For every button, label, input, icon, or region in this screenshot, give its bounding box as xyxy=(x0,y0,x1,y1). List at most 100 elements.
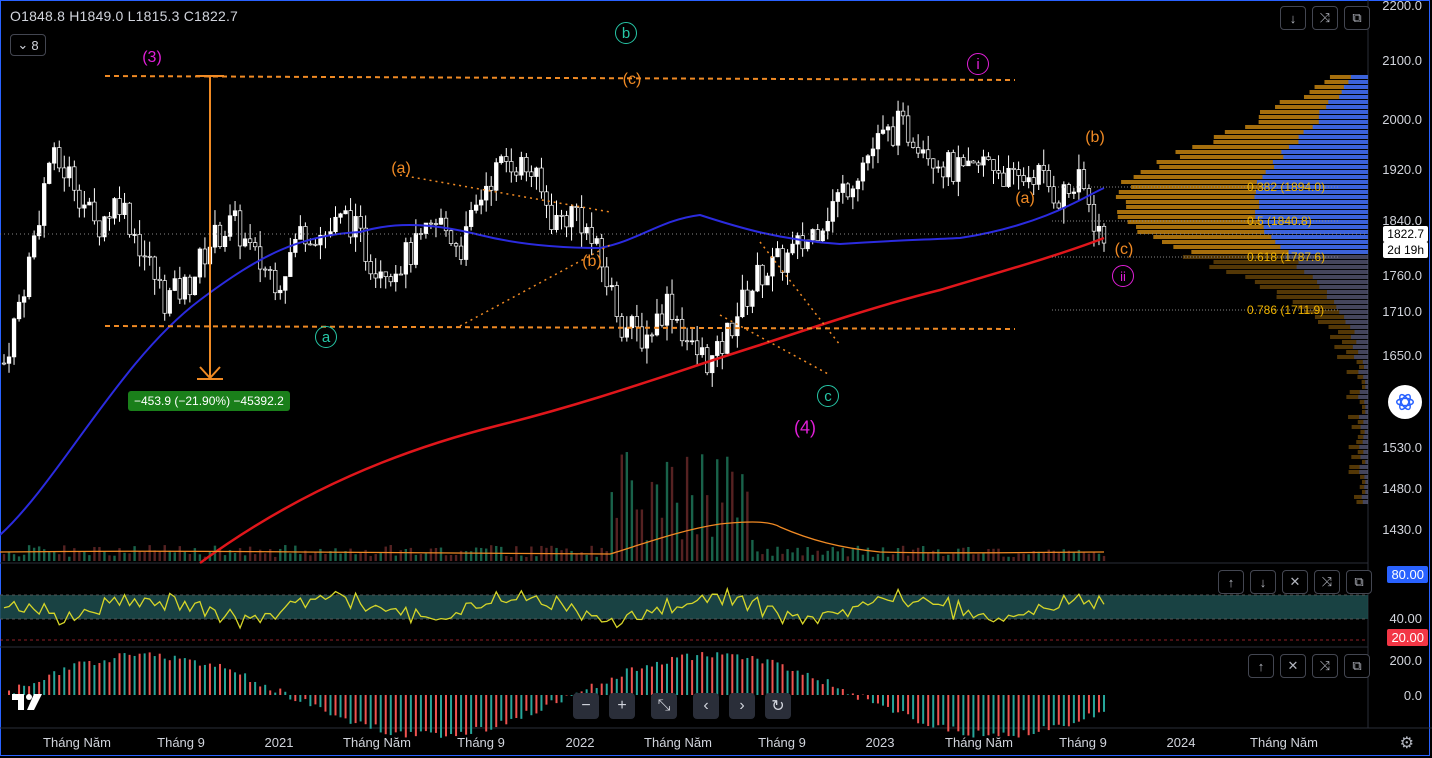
candle-body xyxy=(840,183,845,193)
volume-bar xyxy=(48,552,51,561)
candle-body xyxy=(1066,184,1071,194)
rsi-high-tag: 80.00 xyxy=(1387,566,1428,583)
candle-body xyxy=(760,264,765,286)
volume-bar xyxy=(886,556,890,561)
candle-body xyxy=(308,243,313,246)
collapse-icon[interactable]: ⤨ xyxy=(1312,6,1338,30)
candle-body xyxy=(293,238,298,253)
candle-body xyxy=(835,192,840,202)
move-up-icon[interactable]: ↑ xyxy=(1248,654,1274,678)
close-icon[interactable]: ✕ xyxy=(1282,570,1308,594)
candle-body xyxy=(172,278,177,291)
vp-bar-up xyxy=(1362,360,1368,364)
vp-bar-up xyxy=(1363,365,1368,369)
time-tick: Tháng Năm xyxy=(343,735,411,750)
close-icon[interactable]: ✕ xyxy=(1280,654,1306,678)
candle-body xyxy=(31,235,37,258)
time-tick: Tháng 9 xyxy=(1059,735,1107,750)
volume-bar xyxy=(359,552,362,561)
indicators-toggle-button[interactable]: ⌄ 8 xyxy=(10,34,46,56)
time-tick: 2023 xyxy=(865,735,895,750)
ai-assistant-button[interactable] xyxy=(1388,385,1422,419)
volume-bar xyxy=(781,553,784,561)
candle-body xyxy=(67,166,72,179)
candle-body xyxy=(273,270,278,294)
macd-tick: 0.0 xyxy=(1403,688,1422,703)
volume-bar xyxy=(927,552,930,561)
candle-body xyxy=(815,229,820,242)
reset-chart-icon[interactable]: ↻ xyxy=(765,693,791,719)
candle-body xyxy=(740,289,745,318)
candle-body xyxy=(438,217,444,225)
volume-bar xyxy=(118,548,121,561)
scroll-right-icon[interactable]: › xyxy=(729,693,755,719)
maximize-icon[interactable]: ⧉ xyxy=(1344,654,1370,678)
rsi-low-tag: 20.00 xyxy=(1387,629,1428,646)
vp-bar-up xyxy=(1358,395,1368,399)
wave-label: (c) xyxy=(1114,241,1134,258)
candle-body xyxy=(986,156,991,160)
collapse-icon[interactable]: ⤨ xyxy=(1312,654,1338,678)
candle-body xyxy=(373,273,378,279)
candle-body xyxy=(936,166,941,169)
chart-canvas[interactable] xyxy=(0,0,1432,758)
vp-bar-up xyxy=(1326,295,1368,299)
volume-bar xyxy=(861,554,865,561)
candle-body xyxy=(47,162,52,184)
volume-bar xyxy=(339,553,342,561)
move-down-icon[interactable]: ↓ xyxy=(1280,6,1306,30)
candle-body xyxy=(453,243,459,247)
vp-bar-up xyxy=(1304,270,1368,274)
candle-body xyxy=(539,167,544,193)
volume-bar xyxy=(670,466,674,561)
volume-bar xyxy=(1042,552,1045,561)
move-down-icon[interactable]: ↓ xyxy=(1250,570,1276,594)
scroll-left-icon[interactable]: ‹ xyxy=(693,693,719,719)
candle-body xyxy=(589,227,594,244)
candle-body xyxy=(313,243,318,246)
reset-zoom-icon[interactable]: ⤡ xyxy=(651,693,677,719)
volume-bar xyxy=(289,553,292,561)
volume-bar xyxy=(555,547,558,561)
collapse-icon[interactable]: ⤨ xyxy=(1314,570,1340,594)
candle-body xyxy=(388,276,393,283)
maximize-icon[interactable]: ⧉ xyxy=(1344,6,1370,30)
zoom-in-icon[interactable]: + xyxy=(609,693,635,719)
candle-body xyxy=(715,341,720,356)
settings-gear-icon[interactable]: ⚙ xyxy=(1400,733,1414,753)
candle-body xyxy=(1096,225,1102,232)
candle-body xyxy=(926,149,931,160)
maximize-icon[interactable]: ⧉ xyxy=(1346,570,1372,594)
candle-body xyxy=(147,255,152,258)
wave-label-circled: a xyxy=(315,326,337,348)
move-up-icon[interactable]: ↑ xyxy=(1218,570,1244,594)
vp-bar-up xyxy=(1358,370,1368,374)
candle-body xyxy=(895,110,901,146)
volume-bar xyxy=(454,554,458,561)
candle-body xyxy=(177,278,182,300)
vp-bar-up xyxy=(1339,310,1368,314)
candle-body xyxy=(26,256,32,298)
candle-body xyxy=(504,156,509,162)
candle-body xyxy=(398,273,403,276)
volume-bar xyxy=(565,548,568,561)
candle-body xyxy=(569,206,574,228)
candle-body xyxy=(875,133,881,150)
volume-bar xyxy=(223,555,227,561)
volume-bar xyxy=(128,553,131,561)
candle-body xyxy=(579,207,584,234)
candle-body xyxy=(559,214,564,217)
wave-label: (a) xyxy=(391,160,411,177)
candle-body xyxy=(137,234,142,257)
candle-body xyxy=(976,162,981,166)
zoom-out-icon[interactable]: − xyxy=(573,693,599,719)
candle-body xyxy=(358,216,363,229)
candle-body xyxy=(649,334,655,337)
candle-body xyxy=(187,276,192,296)
volume-bar xyxy=(821,554,824,561)
vp-bar-up xyxy=(1336,305,1368,309)
candle-body xyxy=(684,340,690,343)
candles xyxy=(1,100,1107,387)
vp-bar-up xyxy=(1341,90,1368,94)
volume-bar xyxy=(238,548,242,561)
